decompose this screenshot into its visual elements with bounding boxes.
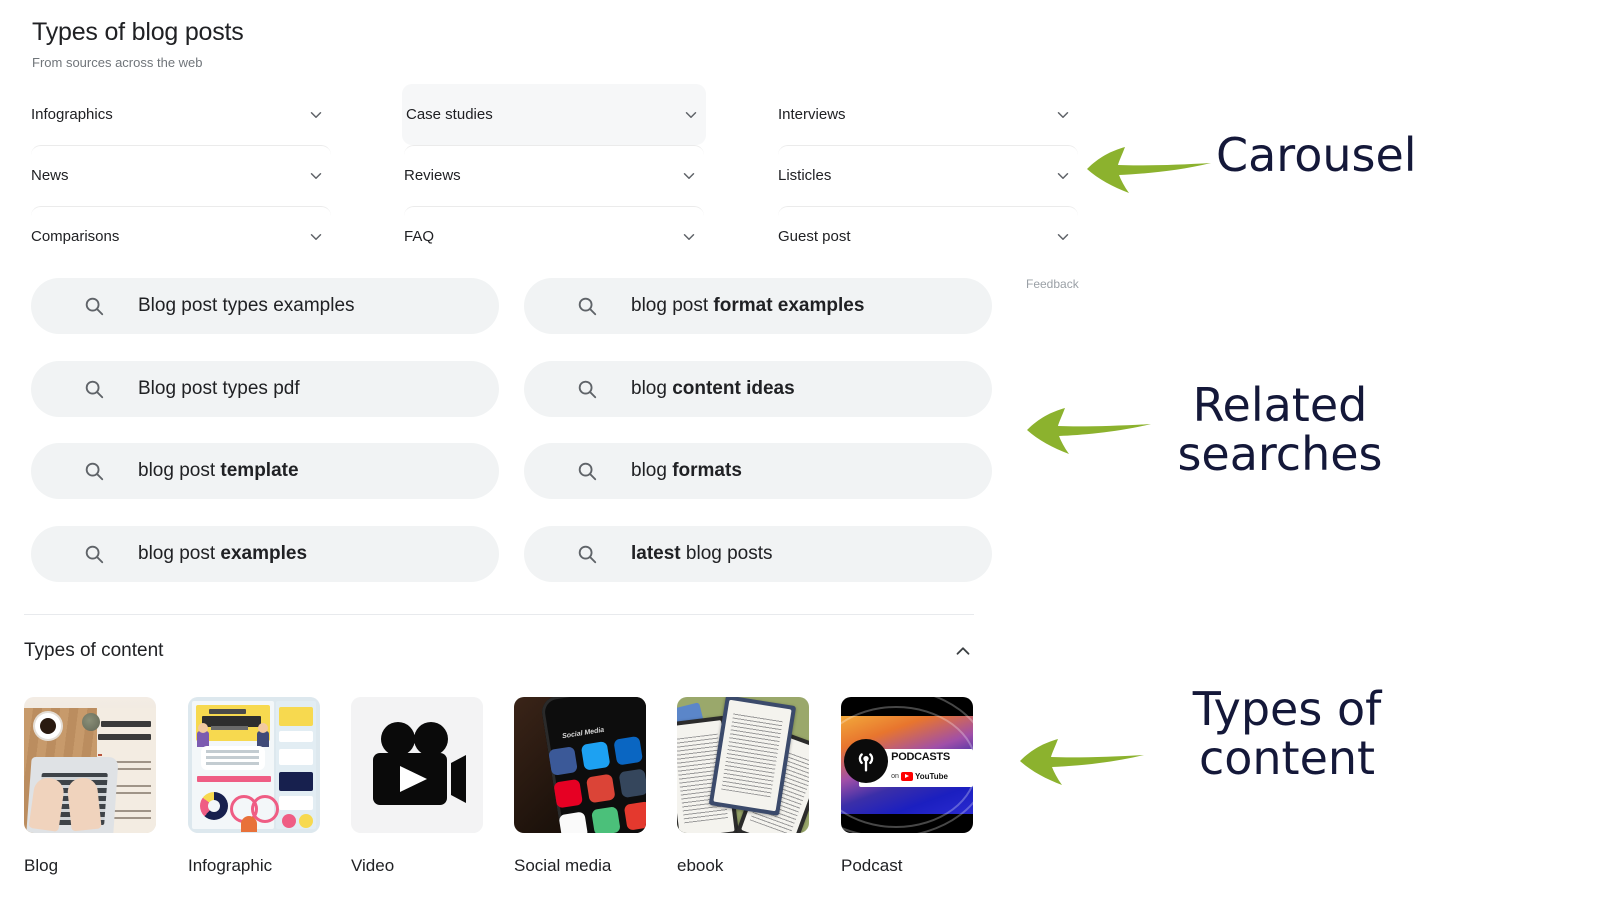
search-icon	[576, 543, 598, 565]
carousel-item-faq[interactable]: FAQ	[404, 206, 704, 267]
related-search-label: Blog post types examples	[138, 295, 355, 316]
carousel-item-news[interactable]: News	[31, 145, 331, 206]
carousel-item-label: Interviews	[778, 105, 846, 123]
thumbnail-image[interactable]	[351, 697, 483, 833]
content-type-label: Social media	[514, 856, 612, 875]
content-type-label: Video	[351, 856, 395, 875]
annotation-label-types-of-content: Types of content	[1192, 682, 1382, 785]
ereader-photo	[677, 697, 809, 833]
carousel-item-listicles[interactable]: Listicles	[778, 145, 1078, 206]
chevron-down-icon[interactable]	[307, 167, 325, 185]
thumbnail-image[interactable]	[188, 697, 320, 833]
content-type-card-podcast[interactable]: PODCASTS on YouTube Podcast	[841, 697, 973, 877]
thumbnail-image[interactable]	[677, 697, 809, 833]
annotation-label-carousel: Carousel	[1216, 128, 1417, 182]
thumbnail-image[interactable]	[24, 697, 156, 833]
infographic-photo	[188, 697, 320, 833]
content-type-label: Blog	[24, 856, 59, 875]
chevron-down-icon[interactable]	[1054, 167, 1072, 185]
related-search-label: Blog post types pdf	[138, 378, 300, 399]
carousel-item-label: News	[31, 167, 69, 184]
chevron-down-icon[interactable]	[680, 228, 698, 246]
carousel-item-comparisons[interactable]: Comparisons	[31, 206, 331, 267]
search-icon	[83, 460, 105, 482]
types-of-content-header[interactable]: Types of content	[24, 636, 974, 666]
carousel-item-label: Reviews	[404, 167, 461, 184]
content-type-card-infographic[interactable]: Infographic	[188, 697, 320, 877]
related-search-label: blog formats	[631, 460, 742, 481]
related-search-pill[interactable]: blog post examples	[31, 526, 499, 582]
chevron-up-icon[interactable]	[952, 640, 974, 662]
related-search-pill[interactable]: blog formats	[524, 443, 992, 499]
thumbnail-image[interactable]: PODCASTS on YouTube	[841, 697, 973, 833]
annotation-label-related-searches: Related searches	[1177, 378, 1383, 481]
section-divider	[24, 614, 974, 615]
search-icon	[83, 378, 105, 400]
left-arrow-annotation	[1085, 143, 1213, 195]
carousel-column-2: Case studies Reviews FAQ	[402, 84, 706, 267]
content-type-card-blog[interactable]: Blog	[24, 697, 156, 877]
carousel-item-reviews[interactable]: Reviews	[404, 145, 704, 206]
podcast-signal-icon	[843, 739, 888, 784]
types-of-content-title: Types of content	[24, 640, 164, 661]
content-type-card-ebook[interactable]: ebook	[677, 697, 809, 877]
podcasts-on-youtube-art: PODCASTS on YouTube	[841, 697, 973, 833]
content-type-label: Infographic	[188, 856, 273, 875]
content-type-card-video[interactable]: Video	[351, 697, 483, 877]
chevron-down-icon[interactable]	[307, 106, 325, 124]
carousel-item-guest-post[interactable]: Guest post	[778, 206, 1078, 267]
related-search-label: blog content ideas	[631, 378, 795, 399]
chevron-down-icon[interactable]	[682, 106, 700, 124]
left-arrow-annotation	[1025, 404, 1153, 456]
content-type-label: Podcast	[841, 856, 903, 875]
search-results-panel: Types of blog posts From sources across …	[0, 0, 1079, 900]
carousel-item-label: Guest post	[778, 228, 851, 245]
carousel-item-label: Infographics	[31, 105, 113, 123]
content-type-card-social-media[interactable]: Social Media Social media	[514, 697, 646, 877]
blog-photo	[24, 697, 156, 833]
carousel-item-label: Comparisons	[31, 228, 120, 245]
screenshot-root: Types of blog posts From sources across …	[0, 0, 1600, 900]
related-search-label: blog post template	[138, 460, 299, 481]
carousel-column-3: Interviews Listicles Guest post	[778, 84, 1078, 267]
carousel-item-label: Listicles	[778, 167, 832, 184]
types-of-content-thumbnails: Blog Infographic Video Social Media Soci…	[0, 697, 1010, 897]
content-type-label: ebook	[677, 856, 724, 875]
carousel-column-1: Infographics News Comparisons	[31, 84, 331, 267]
video-camera-icon	[351, 697, 483, 833]
chevron-down-icon[interactable]	[307, 228, 325, 246]
thumbnail-image[interactable]: Social Media	[514, 697, 646, 833]
related-search-pill[interactable]: blog post template	[31, 443, 499, 499]
related-search-label: latest blog posts	[631, 543, 773, 564]
related-search-pill[interactable]: latest blog posts	[524, 526, 992, 582]
feedback-link[interactable]: Feedback	[1026, 277, 1084, 292]
related-search-label: blog post examples	[138, 543, 308, 564]
related-search-pill[interactable]: blog content ideas	[524, 361, 992, 417]
related-search-pill[interactable]: Blog post types pdf	[31, 361, 499, 417]
carousel-item-label: FAQ	[404, 228, 435, 245]
related-search-label: blog post format examples	[631, 295, 865, 316]
left-arrow-annotation	[1018, 735, 1146, 787]
related-search-pill[interactable]: blog post format examples	[524, 278, 992, 334]
carousel-item-interviews[interactable]: Interviews	[778, 84, 1078, 145]
social-media-photo: Social Media	[514, 697, 646, 833]
search-icon	[83, 295, 105, 317]
search-icon	[576, 378, 598, 400]
page-subtitle: From sources across the web	[32, 55, 203, 70]
search-icon	[83, 543, 105, 565]
related-search-pill[interactable]: Blog post types examples	[31, 278, 499, 334]
chevron-down-icon[interactable]	[680, 167, 698, 185]
search-icon	[576, 460, 598, 482]
carousel-item-label: Case studies	[406, 105, 493, 123]
chevron-down-icon[interactable]	[1054, 106, 1072, 124]
carousel-item-infographics[interactable]: Infographics	[31, 84, 331, 145]
chevron-down-icon[interactable]	[1054, 228, 1072, 246]
page-title: Types of blog posts	[32, 18, 244, 46]
search-icon	[576, 295, 598, 317]
carousel-item-case-studies[interactable]: Case studies	[402, 84, 706, 145]
